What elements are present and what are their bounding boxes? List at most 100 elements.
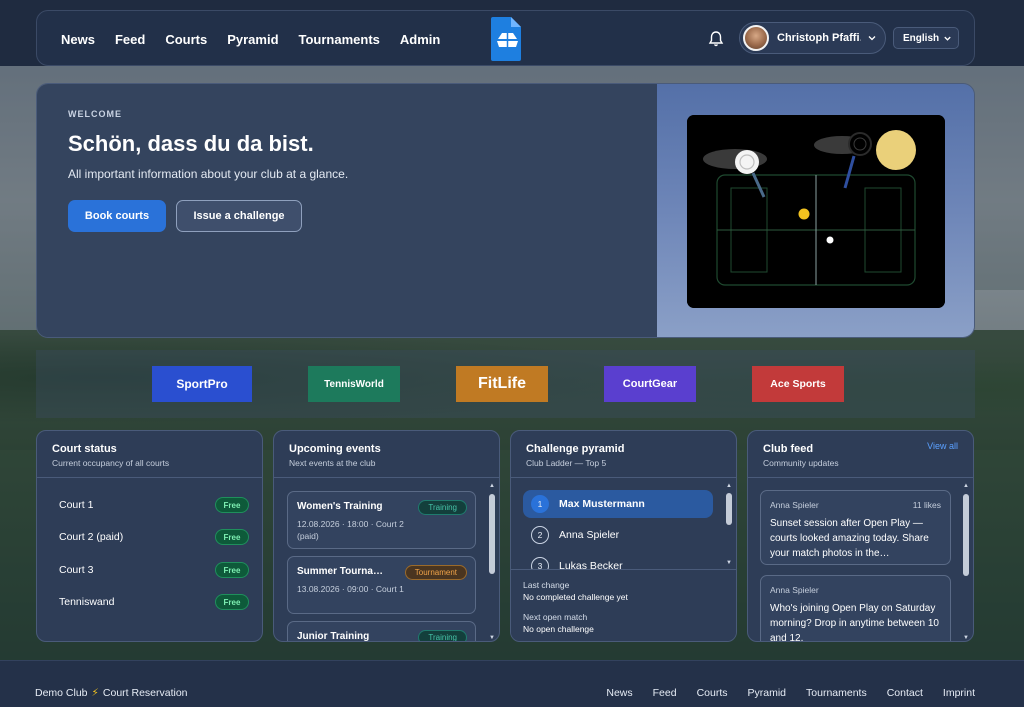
nav-link-tournaments[interactable]: Tournaments — [299, 32, 380, 47]
card-title: Court status — [52, 443, 117, 455]
scroll-down-arrow-icon[interactable]: ▼ — [725, 559, 733, 567]
card-header: Court status Current occupancy of all co… — [37, 431, 262, 478]
hero-eyebrow: WELCOME — [68, 109, 122, 119]
card-title: Challenge pyramid — [526, 443, 625, 455]
sponsor-logo[interactable]: Ace Sports — [752, 366, 844, 402]
pyramid-summary: Last change No completed challenge yet N… — [511, 569, 736, 641]
event-item[interactable]: Women's Training 12.08.2026 · 18:00 · Co… — [287, 491, 476, 549]
scrollbar[interactable]: ▲ ▼ — [488, 482, 496, 641]
hero-subtitle: All important information about your clu… — [68, 167, 349, 181]
footer: Demo Club ⚡ Court Reservation News Feed … — [0, 660, 1024, 707]
scroll-up-arrow-icon[interactable]: ▲ — [962, 482, 970, 490]
status-badge: Free — [215, 562, 249, 578]
event-tag: Training — [418, 500, 467, 515]
event-title: Summer Tourna… — [297, 566, 383, 577]
footer-link-feed[interactable]: Feed — [653, 687, 677, 699]
user-menu[interactable]: Christoph Pfaffi… — [739, 22, 886, 54]
court-name: Court 1 — [59, 499, 94, 511]
post-text: Sunset session after Open Play — courts … — [770, 518, 929, 559]
scrollbar[interactable]: ▲ ▼ — [725, 482, 733, 567]
view-all-link[interactable]: View all — [927, 441, 958, 451]
feed-post[interactable]: Anna Spieler Who's joining Open Play on … — [760, 575, 951, 642]
scroll-thumb[interactable] — [963, 494, 969, 576]
next-match-label: Next open match — [523, 612, 588, 622]
event-title: Women's Training — [297, 501, 383, 512]
post-text: Who's joining Open Play on Saturday morn… — [770, 603, 939, 642]
court-name: Court 3 — [59, 564, 94, 576]
chevron-down-icon — [944, 36, 951, 41]
card-title: Upcoming events — [289, 443, 381, 455]
rank-badge: 2 — [531, 526, 549, 544]
nav-links: News Feed Courts Pyramid Tournaments Adm… — [61, 11, 440, 67]
status-badge: Free — [215, 594, 249, 610]
lightning-icon: ⚡ — [91, 687, 99, 699]
player-name: Max Mustermann — [559, 498, 645, 510]
nav-link-courts[interactable]: Courts — [165, 32, 207, 47]
card-header: Club feed Community updates View all — [748, 431, 973, 478]
post-author: Anna Spieler — [770, 500, 819, 510]
pyramid-player-row[interactable]: 2 Anna Spieler — [523, 521, 713, 549]
issue-challenge-button[interactable]: Issue a challenge — [176, 200, 302, 232]
footer-link-tournaments[interactable]: Tournaments — [806, 687, 867, 699]
nav-link-pyramid[interactable]: Pyramid — [227, 32, 278, 47]
welcome-hero: WELCOME Schön, dass du da bist. All impo… — [36, 83, 975, 338]
court-row[interactable]: Court 3 Free — [59, 561, 249, 579]
court-row[interactable]: Court 2 (paid) Free — [59, 528, 249, 546]
scroll-up-arrow-icon[interactable]: ▲ — [725, 482, 733, 490]
footer-link-pyramid[interactable]: Pyramid — [748, 687, 787, 699]
nav-link-news[interactable]: News — [61, 32, 95, 47]
hero-illustration-panel — [657, 84, 974, 337]
footer-link-courts[interactable]: Courts — [697, 687, 728, 699]
sponsor-logo[interactable]: SportPro — [152, 366, 252, 402]
card-subtitle: Club Ladder — Top 5 — [526, 458, 607, 468]
event-tag: Tournament — [404, 565, 467, 580]
scroll-thumb[interactable] — [726, 493, 732, 525]
nav-link-feed[interactable]: Feed — [115, 32, 145, 47]
next-match-value: No open challenge — [523, 624, 594, 634]
status-badge: Free — [215, 529, 249, 545]
scroll-up-arrow-icon[interactable]: ▲ — [488, 482, 496, 490]
card-subtitle: Community updates — [763, 458, 839, 468]
event-meta: 13.08.2026 · 09:00 · Court 1 — [297, 584, 404, 594]
scroll-thumb[interactable] — [489, 494, 495, 574]
upcoming-events-card: Upcoming events Next events at the club … — [273, 430, 500, 642]
court-name: Tenniswand — [59, 596, 115, 608]
event-item[interactable]: Junior Training Training — [287, 621, 476, 642]
event-tag: Training — [418, 630, 467, 641]
sponsor-logo[interactable]: CourtGear — [604, 366, 696, 402]
court-row[interactable]: Court 1 Free — [59, 496, 249, 514]
nav-link-admin[interactable]: Admin — [400, 32, 440, 47]
sponsor-logo[interactable]: FitLife — [456, 366, 548, 402]
footer-brand: Demo Club ⚡ Court Reservation — [35, 687, 188, 699]
main-nav: News Feed Courts Pyramid Tournaments Adm… — [36, 10, 975, 66]
footer-link-contact[interactable]: Contact — [887, 687, 923, 699]
scroll-down-arrow-icon[interactable]: ▼ — [962, 634, 970, 641]
scrollbar[interactable]: ▲ ▼ — [962, 482, 970, 641]
club-feed-card: Club feed Community updates View all Ann… — [747, 430, 974, 642]
status-badge: Free — [215, 497, 249, 513]
language-select[interactable]: English — [893, 27, 959, 49]
event-item[interactable]: Summer Tourna… 13.08.2026 · 09:00 · Cour… — [287, 556, 476, 614]
rank-badge: 1 — [531, 495, 549, 513]
app-logo-icon[interactable] — [489, 15, 523, 63]
feed-post[interactable]: Anna Spieler 11 likes Sunset session aft… — [760, 490, 951, 565]
scroll-down-arrow-icon[interactable]: ▼ — [488, 634, 496, 641]
last-change-label: Last change — [523, 580, 570, 590]
footer-link-imprint[interactable]: Imprint — [943, 687, 975, 699]
event-title: Junior Training — [297, 631, 370, 642]
player-name: Anna Spieler — [559, 529, 620, 541]
card-subtitle: Next events at the club — [289, 458, 376, 468]
hero-title: Schön, dass du da bist. — [68, 131, 314, 156]
card-header: Challenge pyramid Club Ladder — Top 5 — [511, 431, 736, 478]
language-value: English — [903, 32, 940, 44]
pyramid-player-row[interactable]: 1 Max Mustermann — [523, 490, 713, 518]
book-courts-button[interactable]: Book courts — [68, 200, 166, 232]
avatar — [743, 25, 769, 51]
sponsor-logo[interactable]: TennisWorld — [308, 366, 400, 402]
footer-links: News Feed Courts Pyramid Tournaments Con… — [606, 687, 975, 699]
hero-content: WELCOME Schön, dass du da bist. All impo… — [37, 84, 657, 337]
top-bar: News Feed Courts Pyramid Tournaments Adm… — [0, 0, 1024, 66]
court-row[interactable]: Tenniswand Free — [59, 593, 249, 611]
footer-link-news[interactable]: News — [606, 687, 632, 699]
bell-icon[interactable] — [707, 30, 725, 48]
